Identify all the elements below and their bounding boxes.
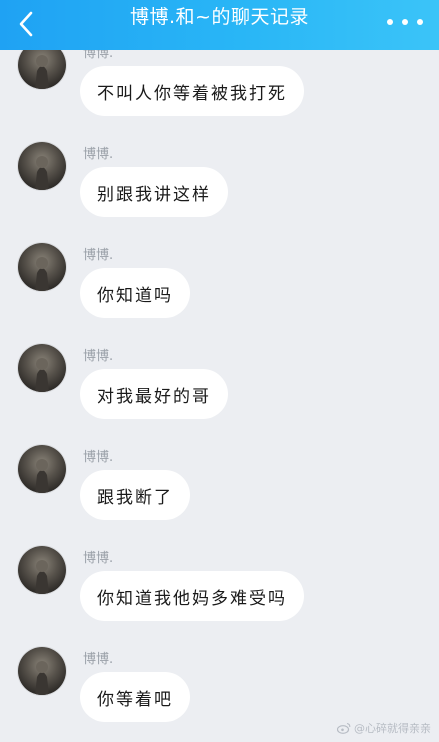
sender-name: 博博. (83, 50, 114, 61)
sender-name: 博博. (83, 248, 114, 263)
sender-name: 博博. (83, 551, 114, 566)
message-bubble[interactable]: 你等着吧 (80, 672, 190, 722)
message-bubble[interactable]: 你知道吗 (80, 268, 190, 318)
more-dots-icon (387, 19, 393, 25)
sender-name: 博博. (83, 147, 114, 162)
more-dot (417, 19, 423, 25)
watermark-text: @心碎就得亲亲 (354, 722, 431, 735)
sender-name: 博博. (83, 450, 114, 465)
weibo-logo-icon (337, 722, 351, 734)
message-list[interactable]: 博博. 不叫人你等着被我打死 博博. 别跟我讲这样 博博. 你知道吗 博博. 对… (0, 50, 439, 742)
chevron-left-icon (19, 11, 33, 37)
sender-name: 博博. (83, 652, 114, 667)
message-bubble[interactable]: 不叫人你等着被我打死 (80, 66, 304, 116)
sender-name: 博博. (83, 349, 114, 364)
avatar[interactable] (18, 647, 66, 695)
avatar[interactable] (18, 344, 66, 392)
avatar[interactable] (18, 50, 66, 89)
avatar[interactable] (18, 546, 66, 594)
message-bubble[interactable]: 对我最好的哥 (80, 369, 228, 419)
avatar[interactable] (18, 445, 66, 493)
back-button[interactable] (8, 7, 44, 41)
avatar[interactable] (18, 243, 66, 291)
message-bubble[interactable]: 别跟我讲这样 (80, 167, 228, 217)
avatar[interactable] (18, 142, 66, 190)
message-bubble[interactable]: 跟我断了 (80, 470, 190, 520)
page-title: 博博.和~的聊天记录 (130, 6, 309, 28)
chat-history-header: 博博.和~的聊天记录 (0, 0, 439, 50)
more-options-button[interactable] (387, 11, 423, 33)
weibo-watermark: @心碎就得亲亲 (337, 720, 431, 736)
message-bubble[interactable]: 你知道我他妈多难受吗 (80, 571, 304, 621)
more-dot (402, 19, 408, 25)
